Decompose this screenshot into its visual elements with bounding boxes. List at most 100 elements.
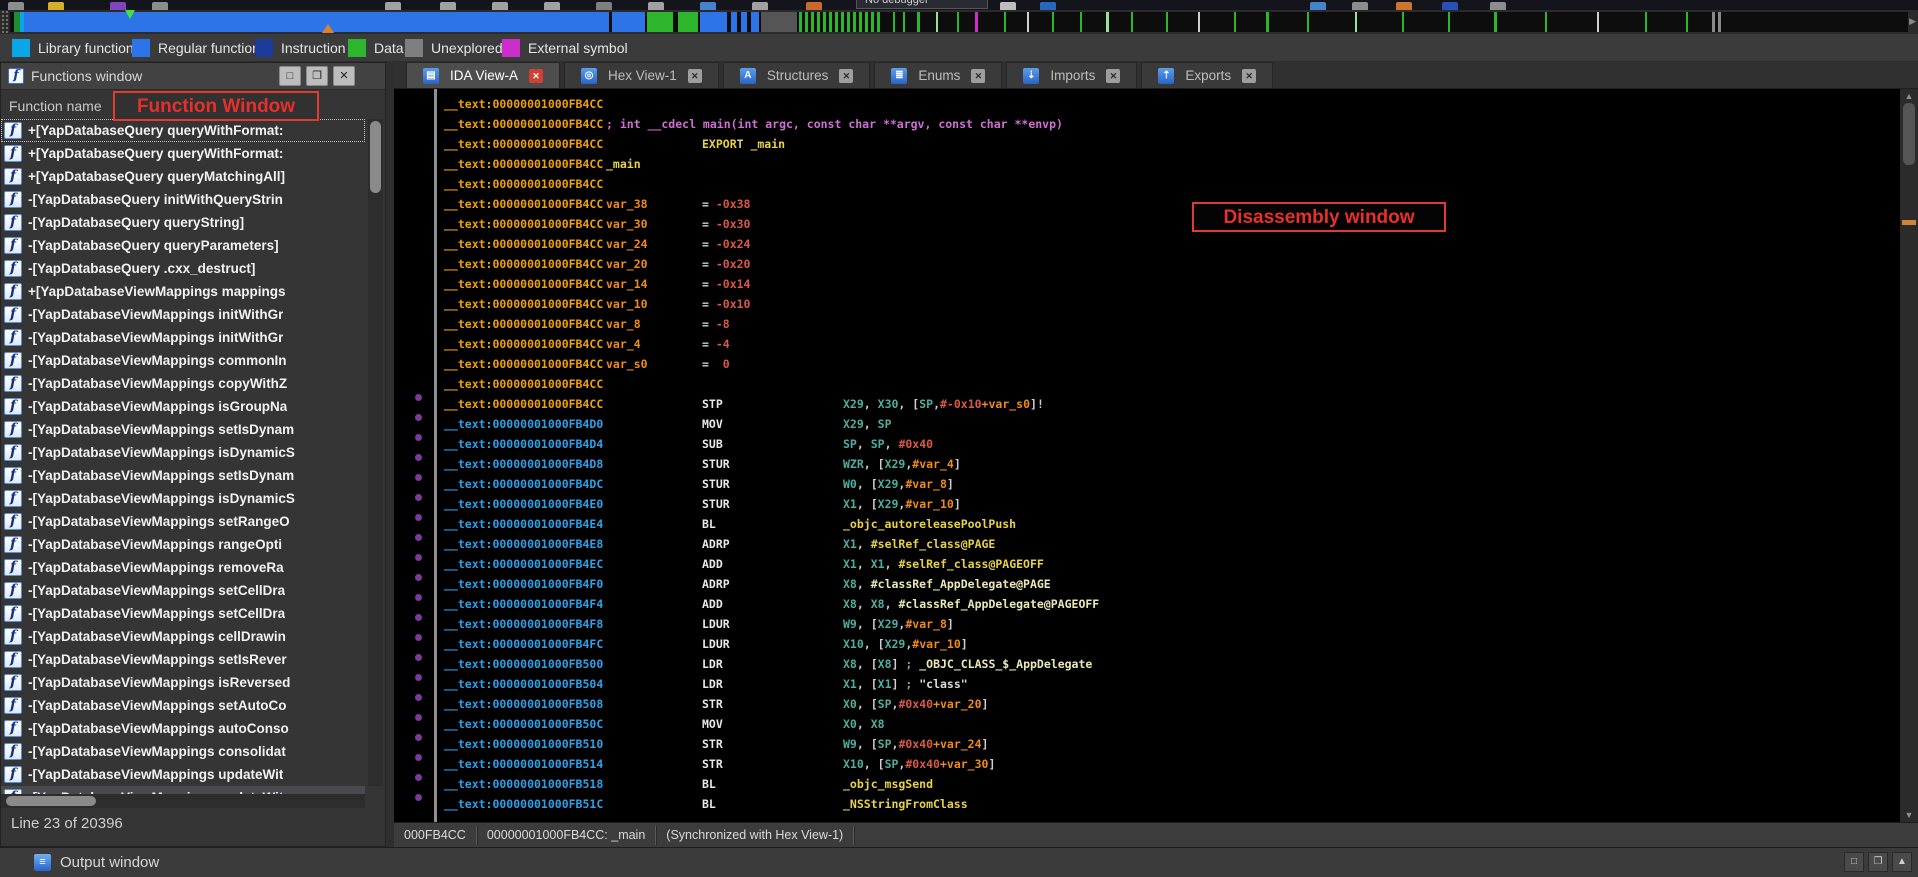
- disassembly-vscrollbar[interactable]: ▲ ▼: [1900, 89, 1918, 822]
- function-list-item[interactable]: f +[YapDatabaseQuery queryWithFormat:: [1, 119, 365, 142]
- function-list-item[interactable]: f -[YapDatabaseViewMappings setIsRever: [1, 648, 365, 671]
- disassembly-view[interactable]: __text:00000001000FB4CC __text:0000000100…: [394, 89, 1900, 822]
- disasm-line[interactable]: __text:00000001000FB4FC LDUR X10, [X29,#va…: [394, 634, 1900, 654]
- function-list-item[interactable]: f -[YapDatabaseViewMappings consolidat: [1, 740, 365, 763]
- function-list-item[interactable]: f -[YapDatabaseViewMappings isDynamicS: [1, 487, 365, 510]
- toolbar-icon[interactable]: [440, 2, 456, 10]
- output-window-bar[interactable]: ≡ Output window □ ❐ ▲: [0, 847, 1918, 877]
- function-list-hscrollbar[interactable]: [1, 794, 365, 808]
- breakpoint-dot-icon[interactable]: [415, 494, 422, 501]
- functions-window-titlebar[interactable]: f Functions window □ ❐ ✕: [1, 63, 385, 90]
- disasm-line[interactable]: __text:00000001000FB4E0 STUR X1, [X29,#var…: [394, 494, 1900, 514]
- tab-close-icon[interactable]: ✕: [1242, 68, 1257, 83]
- tab-imports[interactable]: ⇣ Imports ✕: [1006, 62, 1138, 88]
- breakpoint-dot-icon[interactable]: [415, 614, 422, 621]
- breakpoint-dot-icon[interactable]: [415, 654, 422, 661]
- tab-close-icon[interactable]: ✕: [687, 68, 702, 83]
- float-button[interactable]: ❐: [1868, 852, 1888, 872]
- function-list-vscrollbar[interactable]: [368, 119, 383, 786]
- disasm-line[interactable]: __text:00000001000FB4D4 SUB SP, SP, #0x40: [394, 434, 1900, 454]
- toolbar-icon[interactable]: [8, 2, 24, 10]
- function-list-item[interactable]: f -[YapDatabaseViewMappings rangeOpti: [1, 533, 365, 556]
- function-list-item[interactable]: f -[YapDatabaseQuery queryParameters]: [1, 234, 365, 257]
- toolbar-icon[interactable]: [700, 2, 716, 10]
- tab-enums[interactable]: ≣ Enums ✕: [874, 62, 1003, 88]
- toolbar-icon[interactable]: [152, 2, 168, 10]
- scroll-up-icon[interactable]: ▲: [1900, 91, 1918, 101]
- disasm-line[interactable]: __text:00000001000FB500 LDR X8, [X8] ; _OB…: [394, 654, 1900, 674]
- breakpoint-dot-icon[interactable]: [415, 414, 422, 421]
- function-list-item[interactable]: f -[YapDatabaseQuery queryString]: [1, 211, 365, 234]
- toolbar-icon[interactable]: [596, 2, 612, 10]
- function-list-item[interactable]: f +[YapDatabaseQuery queryWithFormat:: [1, 142, 365, 165]
- toolbar-icon[interactable]: [385, 2, 401, 10]
- toolbar-icon[interactable]: [1490, 2, 1506, 10]
- tab-close-icon[interactable]: ✕: [529, 68, 544, 83]
- function-list-item[interactable]: f -[YapDatabaseViewMappings isDynamicS: [1, 441, 365, 464]
- function-list-partial-row[interactable]: f -[YapDatabaseViewMappings updateWit: [1, 786, 365, 794]
- function-list-item[interactable]: f -[YapDatabaseViewMappings cellDrawin: [1, 625, 365, 648]
- nav-right-arrow-icon[interactable]: ▶: [1909, 16, 1916, 27]
- function-list-item[interactable]: f -[YapDatabaseViewMappings initWithGr: [1, 303, 365, 326]
- disasm-line[interactable]: __text:00000001000FB4CC var_10 = -0x10: [394, 294, 1900, 314]
- breakpoint-dot-icon[interactable]: [415, 594, 422, 601]
- disasm-line[interactable]: __text:00000001000FB514 STR X10, [SP,#0x40…: [394, 754, 1900, 774]
- function-list-item[interactable]: f -[YapDatabaseViewMappings commonIn: [1, 349, 365, 372]
- nav-address-track[interactable]: [10, 10, 1908, 33]
- toolbar-icon[interactable]: [1442, 2, 1458, 10]
- close-button[interactable]: ✕: [333, 66, 355, 86]
- disasm-line[interactable]: __text:00000001000FB4DC STUR W0, [X29,#var…: [394, 474, 1900, 494]
- function-list-item[interactable]: f -[YapDatabaseViewMappings removeRa: [1, 556, 365, 579]
- toolbar-icon[interactable]: [1396, 2, 1412, 10]
- disasm-line[interactable]: __text:00000001000FB51C BL _NSStringFromCl…: [394, 794, 1900, 814]
- breakpoint-dot-icon[interactable]: [415, 514, 422, 521]
- function-list-item[interactable]: f -[YapDatabaseViewMappings setCellDra: [1, 602, 365, 625]
- toolbar-icon[interactable]: [1352, 2, 1368, 10]
- breakpoint-dot-icon[interactable]: [415, 674, 422, 681]
- panel-splitter[interactable]: [386, 62, 394, 847]
- breakpoint-dot-icon[interactable]: [415, 574, 422, 581]
- breakpoint-dot-icon[interactable]: [415, 394, 422, 401]
- disasm-line[interactable]: __text:00000001000FB4CC var_s0 = 0: [394, 354, 1900, 374]
- float-button[interactable]: ❐: [306, 66, 328, 86]
- function-list-item[interactable]: f -[YapDatabaseViewMappings setCellDra: [1, 579, 365, 602]
- disasm-line[interactable]: __text:00000001000FB4F8 LDUR W9, [X29,#var…: [394, 614, 1900, 634]
- function-list-item[interactable]: f -[YapDatabaseQuery .cxx_destruct]: [1, 257, 365, 280]
- disasm-line[interactable]: __text:00000001000FB4CC var_38 = -0x38: [394, 194, 1900, 214]
- scroll-down-icon[interactable]: ▼: [1900, 810, 1918, 820]
- disasm-line[interactable]: __text:00000001000FB4CC _main: [394, 154, 1900, 174]
- toolbar-icon[interactable]: [752, 2, 768, 10]
- function-list-item[interactable]: f -[YapDatabaseQuery initWithQueryStrin: [1, 188, 365, 211]
- toolbar-icon[interactable]: [806, 2, 822, 10]
- disasm-line[interactable]: __text:00000001000FB4CC: [394, 94, 1900, 114]
- disasm-line[interactable]: __text:00000001000FB4CC var_20 = -0x20: [394, 254, 1900, 274]
- breakpoint-dot-icon[interactable]: [415, 714, 422, 721]
- function-list-item[interactable]: f -[YapDatabaseViewMappings updateWit: [1, 763, 365, 786]
- function-list-item[interactable]: f -[YapDatabaseViewMappings setRangeO: [1, 510, 365, 533]
- disasm-line[interactable]: __text:00000001000FB4D0 MOV X29, SP: [394, 414, 1900, 434]
- disasm-line[interactable]: __text:00000001000FB4CC var_24 = -0x24: [394, 234, 1900, 254]
- toolbar-icon[interactable]: [48, 2, 64, 10]
- toolbar-icon[interactable]: [544, 2, 560, 10]
- tab-close-icon[interactable]: ✕: [971, 68, 986, 83]
- breakpoint-dot-icon[interactable]: [415, 774, 422, 781]
- dock-button[interactable]: □: [1844, 852, 1864, 872]
- debugger-selector[interactable]: No debugger: [856, 0, 988, 9]
- disasm-line[interactable]: __text:00000001000FB4CC var_8 = -8: [394, 314, 1900, 334]
- disasm-line[interactable]: __text:00000001000FB508 STR X0, [SP,#0x40+…: [394, 694, 1900, 714]
- toolbar-icon[interactable]: [1000, 2, 1016, 10]
- disasm-line[interactable]: __text:00000001000FB4CC; int __cdecl mai…: [394, 114, 1900, 134]
- tab-hex-view-1[interactable]: ◎ Hex View-1 ✕: [564, 62, 719, 88]
- tab-ida-view-a[interactable]: ▤ IDA View-A ✕: [406, 62, 561, 88]
- breakpoint-dot-icon[interactable]: [415, 474, 422, 481]
- breakpoint-dot-icon[interactable]: [415, 534, 422, 541]
- hscroll-thumb[interactable]: [6, 796, 96, 806]
- tab-close-icon[interactable]: ✕: [1106, 68, 1121, 83]
- function-list-item[interactable]: f -[YapDatabaseViewMappings autoConso: [1, 717, 365, 740]
- disasm-line[interactable]: __text:00000001000FB518 BL _objc_msgSend: [394, 774, 1900, 794]
- function-list-item[interactable]: f -[YapDatabaseViewMappings initWithGr: [1, 326, 365, 349]
- breakpoint-dot-icon[interactable]: [415, 554, 422, 561]
- function-list-item[interactable]: f -[YapDatabaseViewMappings setAutoCo: [1, 694, 365, 717]
- disasm-line[interactable]: __text:00000001000FB4CC var_4 = -4: [394, 334, 1900, 354]
- maximize-button[interactable]: □: [279, 66, 301, 86]
